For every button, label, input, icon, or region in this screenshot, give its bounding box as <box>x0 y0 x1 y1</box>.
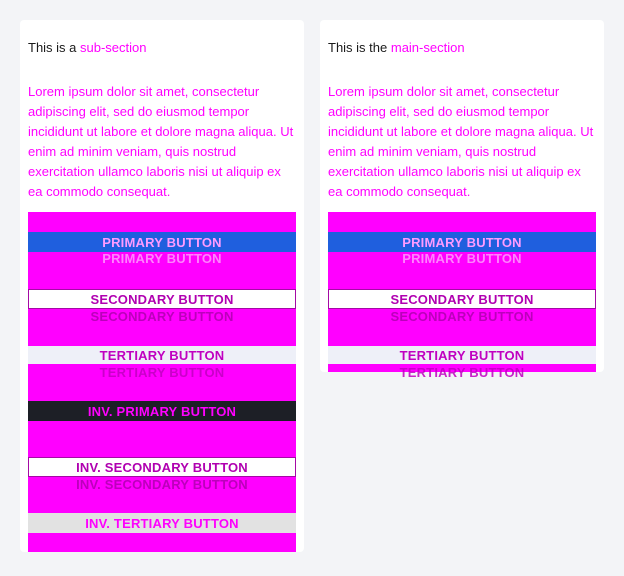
inv-secondary-button-label-echo: INV. SECONDARY BUTTON <box>76 477 248 492</box>
tertiary-button[interactable]: TERTIARY BUTTON TERTIARY BUTTON <box>328 346 596 380</box>
inv-tertiary-button-label: INV. TERTIARY BUTTON <box>85 515 239 531</box>
tertiary-button-label: TERTIARY BUTTON <box>399 347 525 363</box>
inv-secondary-button-label: INV. SECONDARY BUTTON <box>76 459 248 475</box>
sub-section-card: This is a sub-section Lorem ipsum dolor … <box>20 20 304 552</box>
secondary-button[interactable]: SECONDARY BUTTON SECONDARY BUTTON <box>328 289 596 324</box>
inv-primary-button-label-echo: INV. PRIMARY BUTTON <box>87 420 237 435</box>
main-section-heading: This is the main-section <box>328 40 465 55</box>
primary-button[interactable]: PRIMARY BUTTON PRIMARY BUTTON <box>28 232 296 266</box>
heading-prefix: This is the <box>328 40 391 55</box>
button-group: PRIMARY BUTTON PRIMARY BUTTON SECONDARY … <box>328 212 596 380</box>
inv-secondary-button[interactable]: INV. SECONDARY BUTTON INV. SECONDARY BUT… <box>28 457 296 492</box>
primary-button-label-echo: PRIMARY BUTTON <box>402 251 522 266</box>
primary-button-label-echo: PRIMARY BUTTON <box>102 251 222 266</box>
heading-accent: main-section <box>390 40 465 55</box>
inv-tertiary-button-label-echo: INV. TERTIARY BUTTON <box>85 532 239 547</box>
tertiary-button[interactable]: TERTIARY BUTTON TERTIARY BUTTON <box>28 346 296 380</box>
button-group: PRIMARY BUTTON PRIMARY BUTTON SECONDARY … <box>28 212 296 552</box>
secondary-button-label: SECONDARY BUTTON <box>90 291 234 307</box>
sub-section-heading: This is a sub-section <box>28 40 147 55</box>
inv-primary-button[interactable]: INV. PRIMARY BUTTON INV. PRIMARY BUTTON <box>28 401 296 435</box>
primary-button[interactable]: PRIMARY BUTTON PRIMARY BUTTON <box>328 232 596 266</box>
secondary-button-label: SECONDARY BUTTON <box>390 291 534 307</box>
secondary-button-label-echo: SECONDARY BUTTON <box>390 309 534 324</box>
body-paragraph: Lorem ipsum dolor sit amet, consectetur … <box>28 84 294 199</box>
inv-tertiary-button[interactable]: INV. TERTIARY BUTTON INV. TERTIARY BUTTO… <box>28 513 296 547</box>
main-section-card: This is the main-section Lorem ipsum dol… <box>320 20 604 380</box>
secondary-button-label-echo: SECONDARY BUTTON <box>90 309 234 324</box>
primary-button-label: PRIMARY BUTTON <box>402 234 522 250</box>
heading-prefix: This is a <box>28 40 81 55</box>
secondary-button[interactable]: SECONDARY BUTTON SECONDARY BUTTON <box>28 289 296 324</box>
tertiary-button-label-echo: TERTIARY BUTTON <box>99 365 225 380</box>
body-paragraph: Lorem ipsum dolor sit amet, consectetur … <box>328 84 594 199</box>
heading-accent: sub-section <box>80 40 147 55</box>
tertiary-button-label: TERTIARY BUTTON <box>99 347 225 363</box>
tertiary-button-label-echo: TERTIARY BUTTON <box>399 365 525 380</box>
primary-button-label: PRIMARY BUTTON <box>102 234 222 250</box>
inv-primary-button-label: INV. PRIMARY BUTTON <box>87 403 237 419</box>
